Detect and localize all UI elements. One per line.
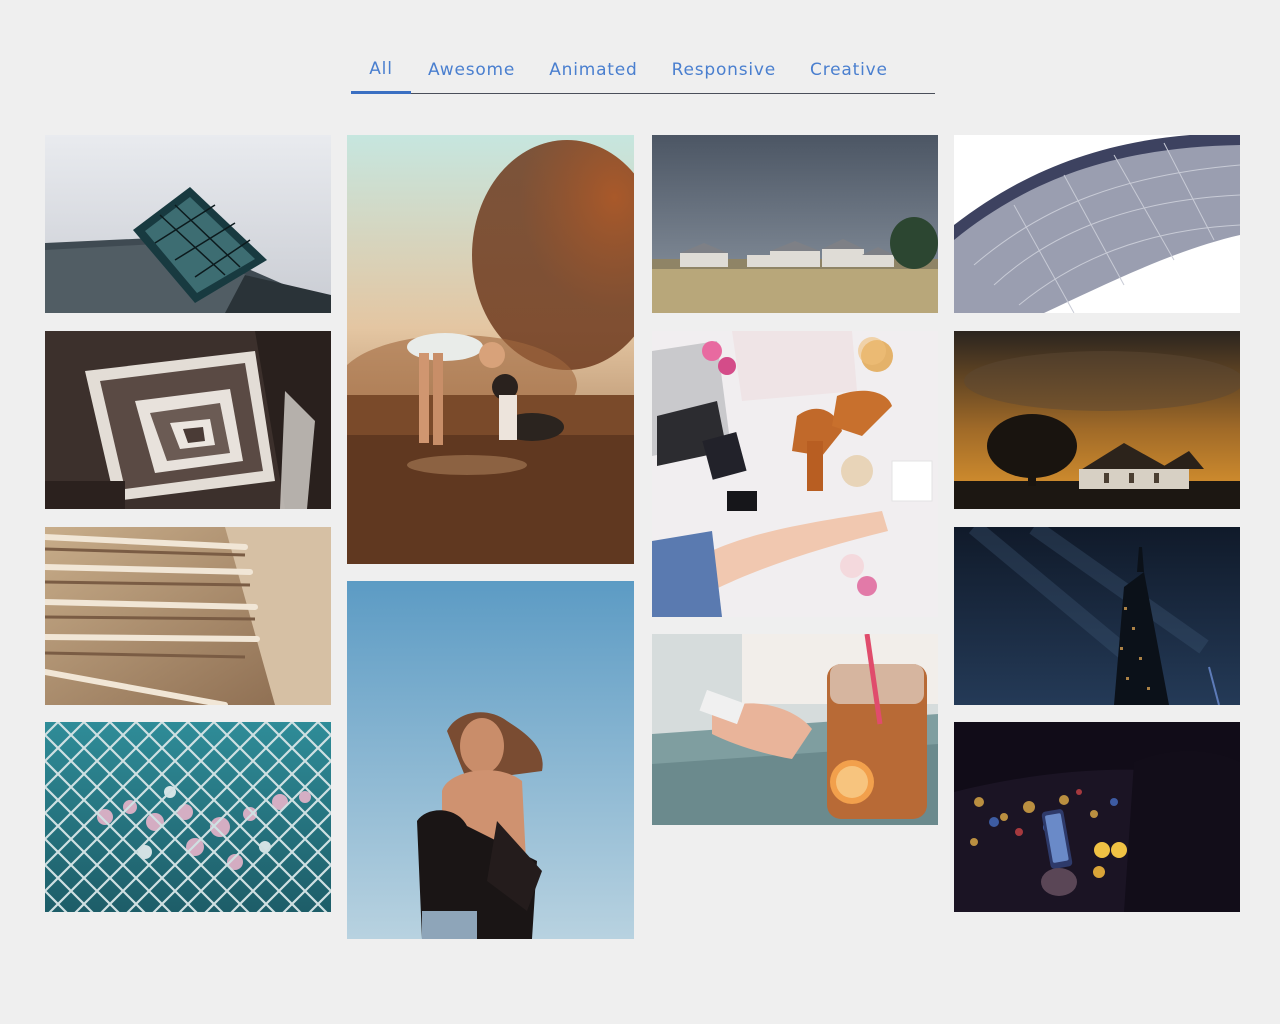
gallery-image-skyscraper-night[interactable] [954,527,1240,705]
gallery-image-church-dusk[interactable] [954,331,1240,509]
tab-awesome[interactable]: Awesome [411,52,532,92]
gallery-image-fence-bokeh[interactable] [45,722,331,912]
gallery-image-ceiling-slats[interactable] [45,527,331,705]
gallery-image-phone-iced-tea[interactable] [652,634,938,825]
tab-creative[interactable]: Creative [793,52,905,92]
tab-all[interactable]: All [351,52,411,94]
portfolio-gallery-page: All Awesome Animated Responsive Creative [0,0,1280,1024]
gallery-image-spiral-staircase[interactable] [45,331,331,509]
gallery-image-girl-with-dog[interactable] [347,135,634,564]
gallery-image-curved-building[interactable] [954,135,1240,313]
gallery-image-phone-car-lights[interactable] [954,722,1240,912]
gallery-image-flatlay-laptop-sandals[interactable] [652,331,938,617]
filter-tabs: All Awesome Animated Responsive Creative [351,52,935,94]
gallery-image-glass-pyramid[interactable] [45,135,331,313]
gallery-image-woman-black-fur[interactable] [347,581,634,939]
gallery-image-farmhouses[interactable] [652,135,938,313]
tab-animated[interactable]: Animated [532,52,654,92]
tab-responsive[interactable]: Responsive [655,52,793,92]
